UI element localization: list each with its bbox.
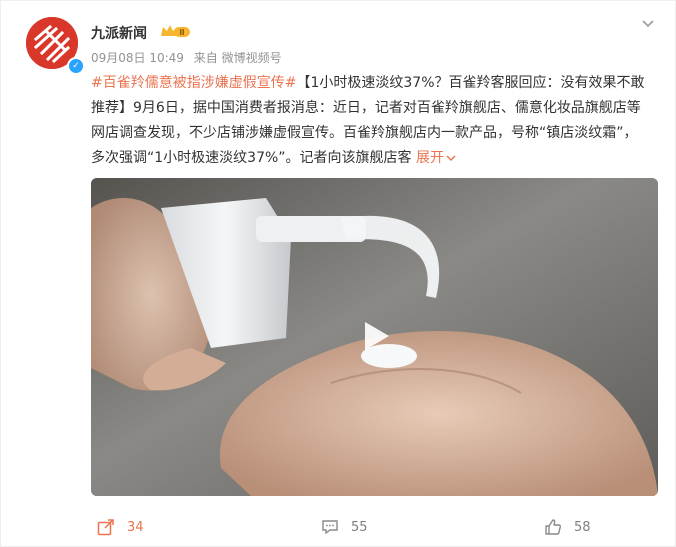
expand-chevron-icon [446,155,456,161]
post-date[interactable]: 09月08日 10:49 [91,51,184,65]
comment-button[interactable]: 55 [321,516,368,538]
comment-count: 55 [351,519,368,535]
verified-icon: ✓ [67,57,85,75]
author-name[interactable]: 九派新闻 [91,23,147,43]
post-source: 来自 微博视频号 [193,51,282,65]
like-button[interactable]: 58 [544,516,591,538]
share-button[interactable]: 34 [97,516,144,538]
post-meta: 09月08日 10:49 来自 微博视频号 [91,49,288,66]
video-player[interactable] [91,178,658,496]
weibo-post-card: ✓ 九派新闻 Ⅲ 09月08日 10:49 来自 微博视频号 #百雀羚儒意被指涉… [0,0,676,547]
share-icon [97,519,114,536]
play-icon[interactable] [357,318,393,354]
thumbs-up-icon [545,519,561,535]
vip-crown-badge-icon[interactable]: Ⅲ [159,23,191,39]
post-content: #百雀羚儒意被指涉嫌虚假宣传#【1小时极速淡纹37%？百雀羚客服回应：没有效果不… [91,71,651,171]
svg-text:Ⅲ: Ⅲ [179,28,185,37]
comment-icon [322,520,338,535]
expand-label: 展开 [415,150,444,166]
post-actions-bar: 34 55 58 [1,506,676,547]
topic-hashtag-link[interactable]: #百雀羚儒意被指涉嫌虚假宣传# [91,75,296,91]
like-count: 58 [574,519,591,535]
share-count: 34 [127,519,144,535]
chevron-down-icon[interactable] [641,17,655,31]
expand-link[interactable]: 展开 [416,150,456,166]
